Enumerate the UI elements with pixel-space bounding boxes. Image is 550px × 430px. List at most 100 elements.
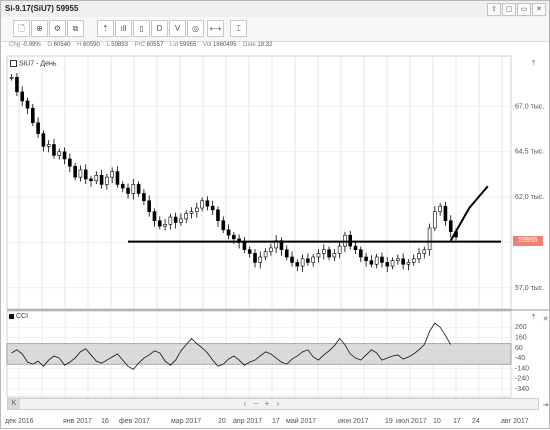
cci-legend[interactable]: CCI xyxy=(9,313,28,320)
pane-expand-icon[interactable]: ⤒ xyxy=(529,59,538,68)
date-tick-label: янв 2017 xyxy=(63,418,92,425)
candle-body xyxy=(226,229,231,236)
candle-body xyxy=(36,122,40,134)
price-tick-label: 64,5 тыс. xyxy=(515,149,544,156)
candle-body xyxy=(136,184,141,194)
date-tick-label: 17 xyxy=(453,418,461,425)
candle-body xyxy=(306,258,310,263)
candle-body xyxy=(263,251,268,258)
candle-body xyxy=(258,256,263,263)
candle-body xyxy=(396,258,400,261)
cci-legend-square-icon xyxy=(9,313,14,319)
price-chart[interactable]: 67,0 тыс.64,5 тыс.62,0 тыс.59,5 тыс.57,0… xyxy=(1,1,550,430)
candle-body xyxy=(78,169,83,178)
candle-body xyxy=(374,256,379,265)
candle-body xyxy=(290,256,294,263)
candle-body xyxy=(380,256,384,263)
candle-body xyxy=(120,184,125,189)
candle-body xyxy=(20,91,25,102)
cci-tick-label: -240 xyxy=(515,376,529,383)
cci-tick-label: 260 xyxy=(515,324,527,331)
candle-body xyxy=(46,144,51,147)
candle-body xyxy=(417,253,421,260)
date-tick-label: 19 xyxy=(385,418,393,425)
scroll-end-icon[interactable]: ⇥ xyxy=(541,401,550,410)
price-tick-label: 62,0 тыс. xyxy=(515,194,544,201)
candle-body xyxy=(94,175,99,182)
cci-pane-close-icon[interactable]: ✕ xyxy=(541,315,550,324)
date-tick-label: мар 2017 xyxy=(171,418,201,425)
candle-body xyxy=(115,171,120,185)
candle-body xyxy=(242,242,247,251)
scroll-forward-icon[interactable]: › xyxy=(273,399,283,409)
date-tick-label: фев 2017 xyxy=(119,418,150,425)
candle-body xyxy=(311,256,315,263)
candle-body xyxy=(163,224,167,227)
candle-body xyxy=(131,184,136,194)
candle-body xyxy=(41,133,46,147)
candle-body xyxy=(173,216,178,223)
candle-body xyxy=(406,262,411,265)
candle-body xyxy=(152,211,157,222)
candle-body xyxy=(353,245,358,251)
last-price-tag: 59955 xyxy=(513,236,543,246)
candle-body xyxy=(390,260,395,267)
candle-body xyxy=(337,245,342,254)
cci-legend-label: CCI xyxy=(16,313,29,320)
candle-body xyxy=(99,175,104,185)
candle-body xyxy=(359,249,363,258)
date-tick-label: 17 xyxy=(272,418,280,425)
cci-pane-expand-icon[interactable]: ⤒ xyxy=(529,313,538,322)
cci-tick-label: -40 xyxy=(515,355,525,362)
cci-tick-label: -340 xyxy=(515,386,529,393)
candle-body xyxy=(189,211,194,214)
date-tick-label: апр 2017 xyxy=(233,418,262,425)
candle-body xyxy=(168,216,173,225)
date-tick-label: 16 xyxy=(101,418,109,425)
candle-body xyxy=(110,171,114,178)
date-tick-label: июн 2017 xyxy=(338,418,369,425)
cci-grid xyxy=(7,326,511,390)
candle-body xyxy=(147,200,151,212)
date-tick-label: 24 xyxy=(472,418,480,425)
candle-body xyxy=(216,209,220,222)
candle-body xyxy=(15,77,19,93)
candle-body xyxy=(184,213,189,220)
date-tick-label: июл 2017 xyxy=(396,418,427,425)
price-tick-label: 57,0 тыс. xyxy=(515,285,544,292)
date-axis: дек 2016 янв 2017 16 фев 2017 мар 2017 20 апр … xyxy=(5,417,529,425)
legend-box-icon xyxy=(10,60,17,67)
candle-body xyxy=(157,220,162,227)
candle-body xyxy=(427,227,432,251)
candle-body xyxy=(31,107,35,124)
main-legend[interactable]: SiU7 - День xyxy=(9,60,58,68)
candle-body xyxy=(448,220,453,232)
candle-body xyxy=(321,249,326,254)
candle-body xyxy=(332,253,337,258)
candle-body xyxy=(62,151,67,160)
candle-body xyxy=(89,178,93,182)
candle-body xyxy=(253,253,257,263)
time-scrollbar[interactable]: K ‹ − + › xyxy=(7,398,539,410)
candle-body xyxy=(369,260,374,265)
candle-body xyxy=(422,249,427,254)
price-axis: 67,0 тыс.64,5 тыс.62,0 тыс.59,5 тыс.57,0… xyxy=(515,103,544,291)
candle-body xyxy=(200,200,204,209)
scroll-left-icon[interactable]: K xyxy=(8,399,20,409)
zoom-in-icon[interactable]: + xyxy=(262,399,272,409)
main-pane-frame xyxy=(6,55,512,310)
candle-body xyxy=(385,262,390,267)
cci-tick-label: -140 xyxy=(515,365,529,372)
scroll-back-icon[interactable]: ‹ xyxy=(240,399,250,409)
candle-body xyxy=(83,169,88,180)
candle-body xyxy=(401,258,405,265)
candle-body xyxy=(105,176,109,185)
candle-body xyxy=(73,165,77,178)
zoom-out-icon[interactable]: − xyxy=(251,399,261,409)
cci-tick-label: 60 xyxy=(515,345,523,352)
candle-body xyxy=(300,258,305,267)
chart-window: Si-9.17(SiU7) 59955 ⇪ ▢ ▭ ✕ 🗋 ⊕ ⚙ ⧉ ⇡ ıl… xyxy=(0,0,550,429)
candle-body xyxy=(57,151,62,156)
candle-body xyxy=(247,249,252,254)
main-legend-label: SiU7 - День xyxy=(19,60,57,68)
